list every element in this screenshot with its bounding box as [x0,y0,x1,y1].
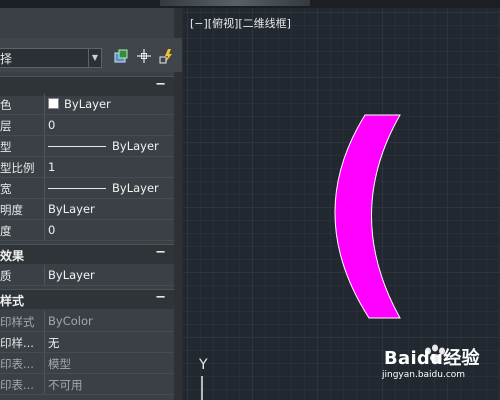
ucs-y-label: Y [199,357,208,373]
prop-value[interactable]: ByLayer [48,139,159,153]
prop-row-color[interactable]: 色 ByLayer [0,94,174,115]
prop-label: 印样... [0,336,34,350]
color-swatch-icon [48,98,59,109]
prop-value: 模型 [48,357,71,371]
section-title: 效果 [0,249,25,263]
prop-label: 层 [0,119,12,133]
prop-row-plot-style[interactable]: 印样式 ByColor [0,311,174,332]
prop-value[interactable]: 0 [48,118,55,132]
prop-row-plot-style-table[interactable]: 印样... 无 [0,332,174,353]
title-bar [0,0,500,8]
prop-row-layer[interactable]: 层 0 [0,115,174,136]
collapse-icon[interactable]: − [155,245,166,260]
prop-value: ByColor [48,314,93,328]
prop-value[interactable]: ByLayer [48,202,95,216]
prop-label: 度 [0,224,12,238]
prop-label: 色 [0,98,12,112]
prop-row-plot-table-type: 印表... 不可用 [0,374,174,395]
collapse-icon[interactable]: − [155,77,166,92]
prop-row-transparency[interactable]: 明度 ByLayer [0,199,174,220]
section-3d-effects-header[interactable]: 效果 − [0,244,174,264]
prop-value: 不可用 [48,378,83,392]
select-objects-icon[interactable] [136,48,152,64]
prop-value[interactable]: 0 [48,223,55,237]
prop-label: 印表... [0,357,34,371]
prop-label: 印样式 [0,315,35,329]
watermark-url: jingyan.baidu.com [382,370,466,380]
prop-value[interactable]: ByLayer [48,97,111,111]
object-type-dropdown[interactable]: 择 ▼ [0,48,102,68]
prop-value[interactable]: 无 [48,335,60,351]
prop-row-lineweight[interactable]: 宽 ByLayer [0,178,174,199]
collapse-icon[interactable]: − [155,290,166,305]
linetype-preview-icon [48,146,106,147]
prop-label: 印表... [0,378,34,392]
prop-row-material[interactable]: 质 ByLayer [0,265,174,286]
prop-value[interactable]: ByLayer [48,268,95,282]
section-plot-style-header[interactable]: 样式 − [0,289,174,309]
viewport-controls-label[interactable]: [−][俯视][二维线框] [190,15,291,31]
prop-label: 型 [0,140,12,154]
prop-label: 宽 [0,182,12,196]
prop-row-linetype[interactable]: 型 ByLayer [0,136,174,157]
watermark-title: Baidu经验 [384,348,480,369]
prop-label: 明度 [0,203,23,217]
prop-row-thickness[interactable]: 度 0 [0,220,174,241]
prop-value[interactable]: 1 [48,160,55,174]
lineweight-preview-icon [48,188,106,189]
object-type-value: 择 [0,52,13,66]
prop-value[interactable]: ByLayer [48,181,159,195]
quick-select-icon[interactable] [159,48,175,64]
prop-label: 型比例 [0,161,35,175]
prop-label: 质 [0,269,12,283]
title-text-blurred [160,0,310,6]
chevron-down-icon[interactable]: ▼ [88,49,101,67]
prop-row-plot-table-attached: 印表... 模型 [0,353,174,374]
section-title: 样式 [0,294,25,308]
toggle-pickadd-icon[interactable] [113,48,129,64]
section-general-header[interactable]: − [0,76,174,96]
prop-row-linetype-scale[interactable]: 型比例 1 [0,157,174,178]
